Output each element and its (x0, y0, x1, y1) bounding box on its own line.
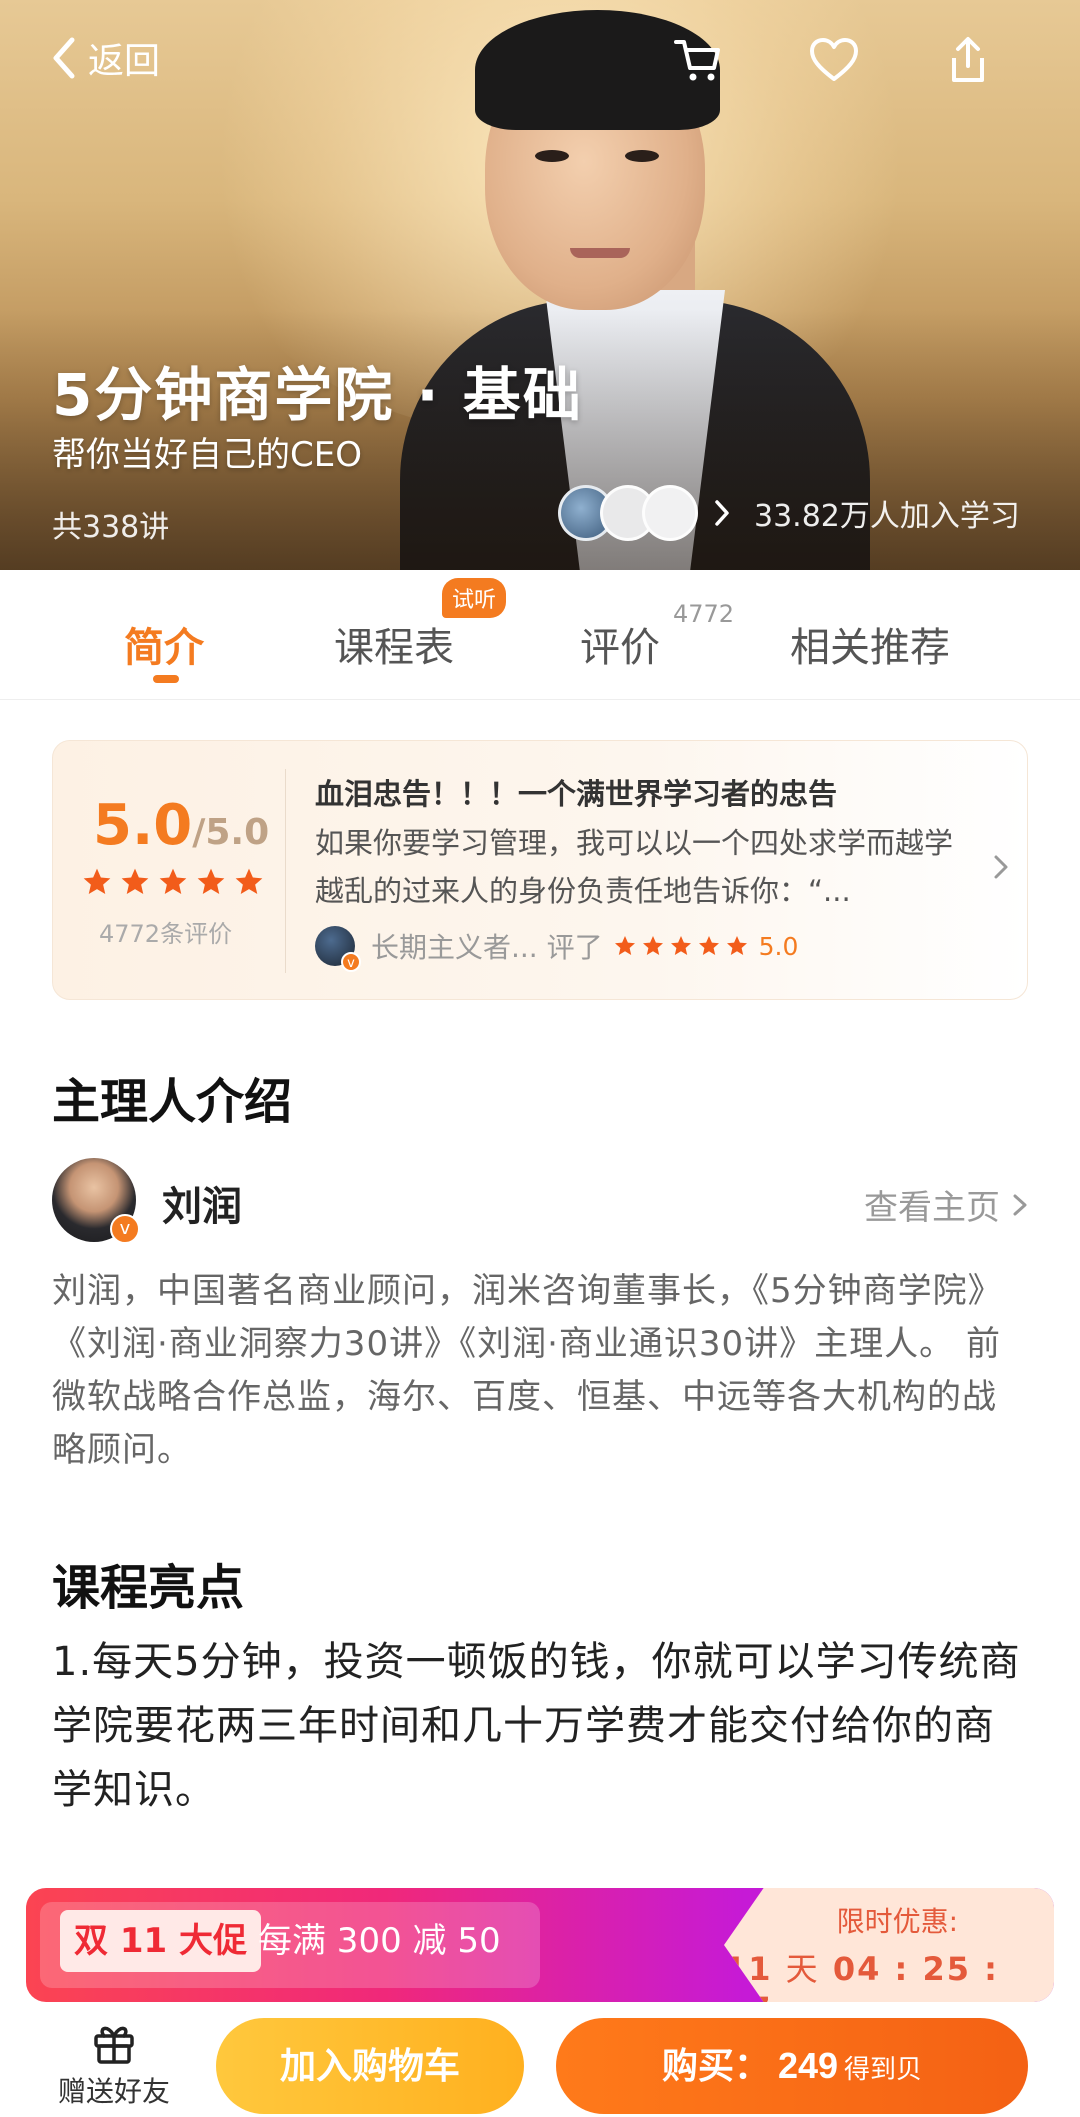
bottom-action-bar: 赠送好友 加入购物车 购买： 249 得到贝 (0, 2012, 1080, 2117)
active-tab-indicator (153, 675, 179, 683)
tab-syllabus[interactable]: 课程表 (334, 615, 454, 673)
star-icon (698, 936, 719, 955)
course-hero: 返回 5分钟商学院 · 基础 帮你当好自己的CEO 共338讲 33.82万人加… (0, 0, 1080, 570)
promo-countdown: 11 天 04 : 25 : 47 (724, 1950, 999, 2002)
review-count-badge: 4772 (673, 600, 735, 628)
star-icon (642, 936, 663, 955)
verified-badge-icon: v (341, 952, 361, 972)
buy-button[interactable]: 购买： 249 得到贝 (556, 2018, 1028, 2114)
course-subtitle: 帮你当好自己的CEO (52, 435, 362, 475)
tab-reviews[interactable]: 评价 (580, 615, 660, 673)
promo-label: 限时优惠: (836, 1905, 958, 1938)
reviewer-name: 长期主义者... 评了 (371, 931, 603, 964)
back-label: 返回 (88, 41, 161, 82)
heart-icon[interactable] (804, 30, 864, 90)
promo-offer: 每满 300 减 50 (258, 1921, 501, 1961)
tab-related[interactable]: 相关推荐 (790, 615, 950, 673)
review-excerpt: 如果你要学习管理，我可以以一个四处求学而越学越乱的过来人的身份负责任地告诉你：“… (315, 826, 954, 908)
star-icon (159, 868, 187, 894)
highlights-text: 1.每天5分钟，投资一顿饭的钱，你就可以学习传统商学院要花两三年时间和几十万学费… (52, 1639, 1021, 1813)
verified-badge-icon: v (110, 1214, 140, 1244)
host-section-title: 主理人介绍 (52, 1074, 293, 1130)
chevron-right-icon (1013, 1194, 1027, 1215)
add-to-cart-button[interactable]: 加入购物车 (216, 2018, 524, 2114)
star-icon (197, 868, 225, 894)
course-title: 5分钟商学院 · 基础 (52, 361, 583, 429)
share-icon[interactable] (938, 30, 998, 90)
host-homepage-label: 查看主页 (864, 1188, 1000, 1228)
reviewer-score: 5.0 (758, 931, 799, 961)
learner-avatar (642, 485, 698, 541)
gift-icon (94, 2026, 134, 2064)
cart-icon[interactable] (668, 30, 728, 90)
promo-banner[interactable]: 双 11 大促 每满 300 减 50 限时优惠: 11 天 04 : 25 :… (26, 1888, 1054, 2002)
rating-count: 4772条评价 (99, 920, 233, 948)
top-nav: 返回 (0, 20, 1080, 100)
star-icon (726, 936, 747, 955)
host-homepage-link[interactable]: 查看主页 (864, 1180, 1028, 1229)
host-bio: 刘润，中国著名商业顾问，润米咨询董事长，《5分钟商学院》《刘润·商业洞察力30讲… (52, 1271, 1003, 1470)
learners-row[interactable]: 33.82万人加入学习 (558, 485, 1020, 541)
buy-label: 购买： (661, 2045, 770, 2086)
highlights-section-title: 课程亮点 (52, 1560, 245, 1616)
chevron-left-icon (53, 37, 75, 79)
star-icon (614, 936, 635, 955)
review-stars (613, 934, 749, 958)
promo-tag: 双 11 大促 (60, 1910, 261, 1972)
chevron-right-icon (715, 500, 729, 526)
review-meta: v 长期主义者... 评了 5.0 (315, 926, 799, 972)
gift-label: 赠送好友 (57, 2075, 170, 2108)
lecture-count: 共338讲 (52, 510, 170, 545)
rating-stars (81, 866, 265, 898)
reviewer-avatar: v (315, 926, 361, 972)
gift-button[interactable]: 赠送好友 (52, 2018, 176, 2110)
star-icon (121, 868, 149, 894)
host-row: v 刘润 查看主页 (52, 1158, 1028, 1244)
back-button[interactable]: 返回 (50, 32, 160, 84)
star-icon (235, 868, 263, 894)
star-icon (670, 936, 691, 955)
promo-countdown-box: 限时优惠: 11 天 04 : 25 : 47 (724, 1888, 1054, 2002)
review-title: 血泪忠告！！！一个满世界学习者的忠告 (315, 777, 838, 811)
rating-card[interactable]: 5.0/5.0 4772条评价 血泪忠告！！！一个满世界学习者的忠告 如果你要学… (52, 740, 1028, 1000)
buy-price-unit: 得到贝 (844, 2054, 923, 2084)
host-avatar[interactable]: v (52, 1158, 140, 1244)
learners-count: 33.82万人加入学习 (754, 499, 1020, 534)
buy-price: 249 (777, 2045, 839, 2086)
chevron-right-icon (994, 855, 1008, 879)
host-name: 刘润 (162, 1184, 242, 1230)
rating-score: 5.0/5.0 (93, 793, 270, 858)
tab-bar: 简介 课程表 评价 相关推荐 (0, 570, 1080, 700)
trial-badge: 试听 (442, 578, 507, 618)
promo-offer-box: 双 11 大促 每满 300 减 50 (40, 1902, 540, 1988)
tab-intro[interactable]: 简介 (124, 615, 204, 673)
star-icon (83, 868, 111, 894)
divider (285, 769, 286, 973)
